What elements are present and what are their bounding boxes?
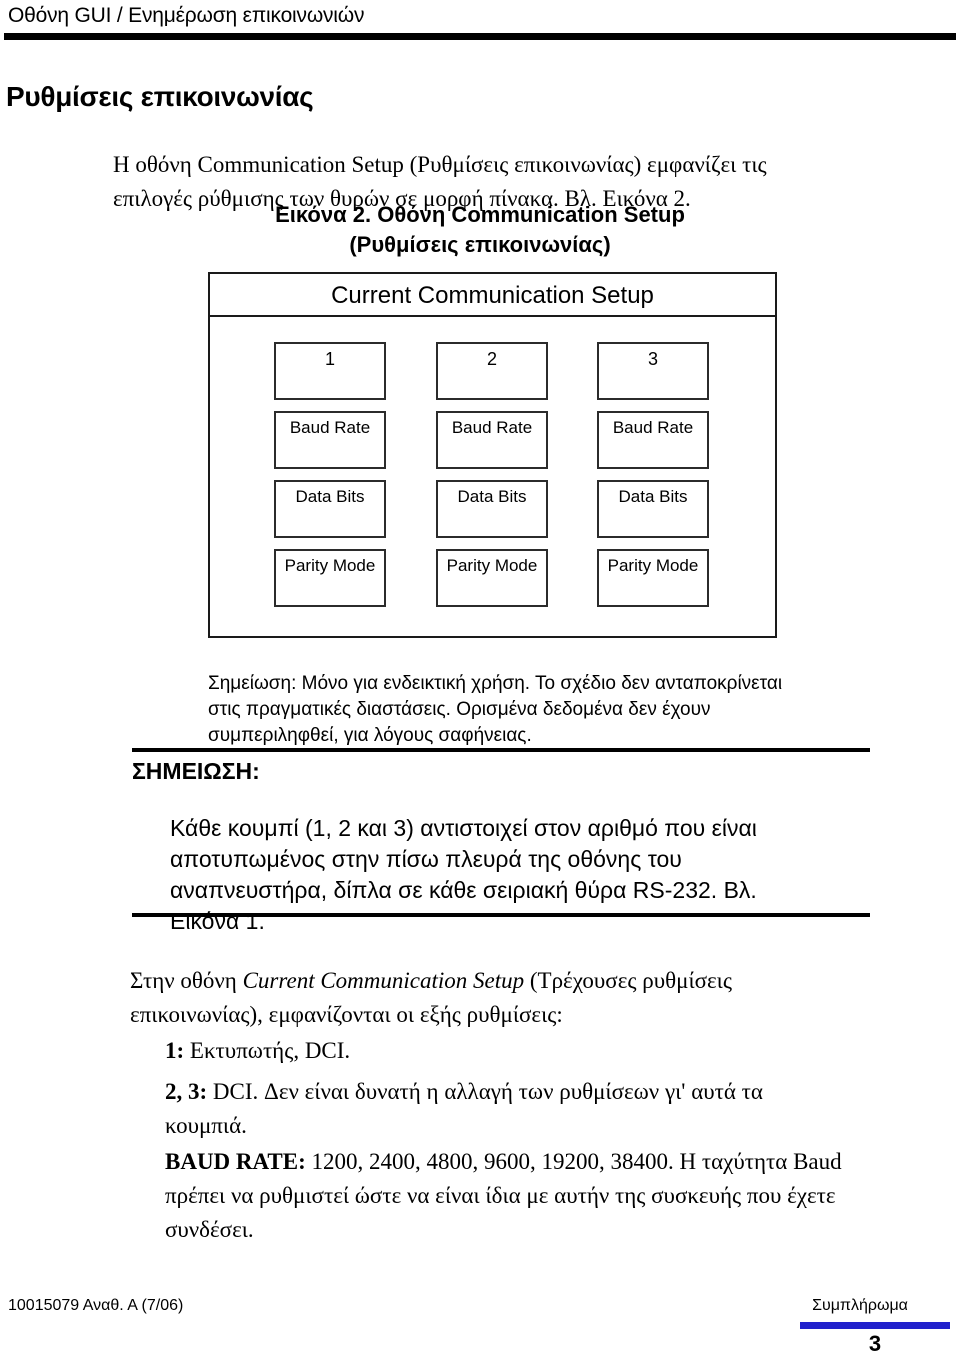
- port-number-cell: 3: [597, 342, 709, 400]
- port-column-3: 3 Baud Rate Data Bits Parity Mode: [597, 342, 709, 618]
- data-bits-cell: Data Bits: [274, 480, 386, 538]
- baud-rate-cell: Baud Rate: [597, 411, 709, 469]
- figure-caption-line-1: Εικόνα 2. Οθόνη Communication Setup: [275, 202, 685, 227]
- note-body: Κάθε κουμπί (1, 2 και 3) αντιστοιχεί στο…: [170, 815, 757, 934]
- parity-mode-cell: Parity Mode: [436, 549, 548, 607]
- data-bits-cell: Data Bits: [597, 480, 709, 538]
- port-column-2: 2 Baud Rate Data Bits Parity Mode: [436, 342, 548, 618]
- port-number-cell: 2: [436, 342, 548, 400]
- figure-note: Σημείωση: Μόνο για ενδεικτική χρήση. Το …: [208, 673, 783, 746]
- baud-rate-cell: Baud Rate: [274, 411, 386, 469]
- settings-baud-label: BAUD RATE:: [165, 1149, 306, 1174]
- settings-lead-paragraph: Στην οθόνη Current Communication Setup (…: [130, 964, 830, 1032]
- note-label: ΣΗΜΕΙΩΣΗ:: [132, 758, 260, 784]
- data-bits-cell: Data Bits: [436, 480, 548, 538]
- header-rule: [4, 33, 956, 40]
- communication-setup-diagram: Current Communication Setup 1 Baud Rate …: [208, 272, 777, 638]
- port-column-1: 1 Baud Rate Data Bits Parity Mode: [274, 342, 386, 618]
- diagram-screen-title: Current Communication Setup: [210, 274, 775, 317]
- settings-lead-prefix: Στην οθόνη: [130, 968, 243, 993]
- baud-rate-cell: Baud Rate: [436, 411, 548, 469]
- settings-baud-rate: BAUD RATE: 1200, 2400, 4800, 9600, 19200…: [165, 1145, 865, 1247]
- settings-item-23-label: 2, 3:: [165, 1079, 208, 1104]
- figure-caption-line-2: (Ρυθμίσεις επικοινωνίας): [349, 232, 611, 257]
- footer-document-id: 10015079 Αναθ. Α (7/06): [8, 1297, 184, 1314]
- footer-page-number: 3: [868, 1331, 882, 1356]
- diagram-body: 1 Baud Rate Data Bits Parity Mode 2 Baud…: [210, 317, 775, 638]
- port-number-cell: 1: [274, 342, 386, 400]
- page-title: Ρυθμίσεις επικοινωνίας: [6, 80, 314, 112]
- note-rule-top: [132, 748, 870, 752]
- footer-section-label: Συμπλήρωμα: [812, 1297, 908, 1314]
- footer-accent-bar: [800, 1322, 950, 1329]
- settings-item-1: 1: Εκτυπωτής, DCI.: [165, 1034, 845, 1068]
- running-head: Οθόνη GUI / Ενημέρωση επικοινωνιών: [8, 4, 365, 27]
- settings-item-23: 2, 3: DCI. Δεν είναι δυνατή η αλλαγή των…: [165, 1075, 845, 1143]
- settings-item-1-text: Εκτυπωτής, DCI.: [184, 1038, 351, 1063]
- settings-item-23-text: DCI. Δεν είναι δυνατή η αλλαγή των ρυθμί…: [165, 1079, 763, 1138]
- settings-lead-screen-name: Current Communication Setup: [242, 968, 525, 993]
- settings-item-1-label: 1:: [165, 1038, 185, 1063]
- figure-caption: Εικόνα 2. Οθόνη Communication Setup (Ρυθ…: [150, 200, 810, 260]
- parity-mode-cell: Parity Mode: [274, 549, 386, 607]
- note-rule-bottom: [132, 913, 870, 917]
- parity-mode-cell: Parity Mode: [597, 549, 709, 607]
